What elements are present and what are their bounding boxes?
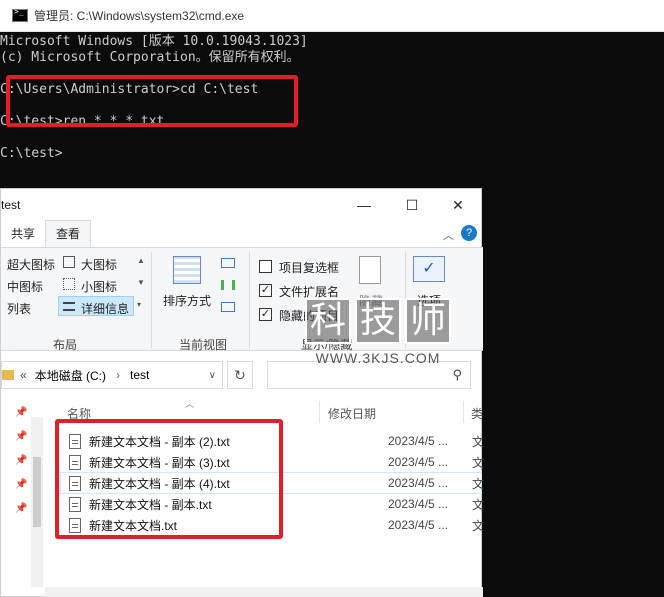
watermark-char: 师 [405, 298, 451, 344]
minimize-button[interactable]: — [341, 189, 387, 221]
address-overflow[interactable]: « [20, 368, 27, 382]
size-columns-icon[interactable] [221, 302, 235, 312]
horizontal-scrollbar[interactable] [45, 587, 483, 597]
divider [463, 401, 464, 423]
pin-icon[interactable]: 📌 [15, 431, 27, 442]
cmd-console-background [482, 188, 664, 597]
column-type[interactable]: 类 [471, 405, 483, 422]
column-modified[interactable]: 修改日期 [328, 405, 376, 422]
file-date: 2023/4/5 ... [388, 476, 449, 490]
options-icon[interactable]: ✓ [413, 256, 445, 282]
sort-ascending-icon: ︿ [185, 399, 195, 409]
large-icons-icon [63, 256, 75, 268]
file-extensions-checkbox[interactable]: ✓ [259, 284, 272, 297]
breadcrumb-drive[interactable]: 本地磁盘 (C:) [35, 367, 106, 384]
layout-extra-large-icons[interactable]: 超大图标 [7, 256, 55, 273]
close-button[interactable]: ✕ [435, 189, 481, 221]
file-date: 2023/4/5 ... [388, 497, 449, 511]
pin-icon[interactable]: 📌 [15, 455, 27, 466]
screen: 管理员: C:\Windows\system32\cmd.exe Microso… [0, 0, 664, 597]
sort-by-icon[interactable] [173, 256, 201, 284]
details-icon [63, 302, 75, 311]
group-label-current-view: 当前视图 [179, 338, 228, 352]
scroll-up-icon[interactable]: ▲ [137, 256, 145, 265]
file-date: 2023/4/5 ... [388, 455, 449, 469]
cmd-line: Microsoft Windows [版本 10.0.19043.1023] [0, 34, 308, 49]
layout-small-icons[interactable]: 小图标 [81, 278, 117, 295]
pin-icon[interactable]: 📌 [15, 503, 27, 514]
ribbon-tabs: 共享 查看 ︿ ? [1, 220, 483, 247]
file-date: 2023/4/5 ... [388, 518, 449, 532]
add-columns-icon[interactable] [221, 280, 235, 290]
file-type: 文 [472, 497, 485, 512]
divider [319, 401, 320, 423]
watermark-url: WWW.3KJS.COM [315, 350, 441, 366]
file-date: 2023/4/5 ... [388, 434, 449, 448]
highlight-box-commands [6, 75, 298, 127]
pin-icon[interactable]: 📌 [15, 479, 27, 490]
cmd-line: (c) Microsoft Corporation。保留所有权利。 [0, 50, 300, 65]
layout-medium-icons[interactable]: 中图标 [7, 278, 43, 295]
cmd-title: 管理员: C:\Windows\system32\cmd.exe [34, 9, 245, 23]
watermark-char: 科 [305, 298, 351, 344]
group-by-icon[interactable] [221, 258, 235, 268]
small-icons-icon [63, 278, 75, 290]
cmd-icon [12, 7, 28, 22]
file-type: 文 [472, 455, 485, 470]
hidden-items-checkbox[interactable]: ✓ [259, 308, 272, 321]
maximize-button[interactable]: ☐ [389, 189, 435, 221]
watermark: 科 技 师 WWW.3KJS.COM [298, 298, 458, 372]
highlight-box-files [55, 419, 283, 539]
help-icon[interactable]: ? [461, 225, 477, 241]
layout-details[interactable]: 详细信息 [81, 300, 129, 317]
chevron-down-icon[interactable]: ∨ [209, 370, 216, 381]
folder-icon [2, 370, 14, 380]
item-checkboxes-label: 项目复选框 [279, 261, 340, 275]
explorer-window: test — ☐ ✕ 共享 查看 ︿ ? 超大图标 大图标 中图标 小图标 列表… [0, 188, 485, 597]
scrollbar-thumb[interactable] [33, 457, 41, 527]
divider [151, 252, 152, 348]
cmd-line: C:\test> [0, 146, 63, 161]
breadcrumb-folder[interactable]: test [130, 368, 149, 382]
file-type: 文 [472, 518, 485, 533]
sort-by-button[interactable]: 排序方式 [163, 292, 211, 309]
expand-icon[interactable]: ▾ [137, 300, 141, 309]
tab-view[interactable]: 查看 [45, 220, 92, 247]
divider [249, 252, 250, 348]
explorer-title: test [1, 198, 21, 212]
watermark-char: 技 [355, 298, 401, 344]
tab-share[interactable]: 共享 [1, 221, 45, 247]
file-type: 文 [472, 434, 485, 449]
group-label-layout: 布局 [53, 338, 78, 352]
chevron-up-icon[interactable]: ︿ [443, 227, 454, 243]
address-bar[interactable]: « 本地磁盘 (C:) › test ∨ [1, 361, 223, 389]
refresh-icon[interactable]: ↻ [227, 361, 253, 389]
breadcrumb-separator: › [116, 368, 121, 382]
pin-icon[interactable]: 📌 [15, 407, 27, 418]
layout-list[interactable]: 列表 [7, 300, 31, 317]
scroll-down-icon[interactable]: ▼ [137, 278, 145, 287]
hide-selected-icon[interactable] [359, 256, 381, 284]
item-checkboxes-checkbox[interactable] [259, 260, 272, 273]
cmd-titlebar[interactable]: 管理员: C:\Windows\system32\cmd.exe [0, 0, 664, 32]
nav-scrollbar[interactable] [31, 417, 43, 587]
layout-large-icons[interactable]: 大图标 [81, 256, 117, 273]
file-type: 文 [472, 476, 485, 491]
watermark-logo: 科 技 师 [298, 298, 458, 344]
